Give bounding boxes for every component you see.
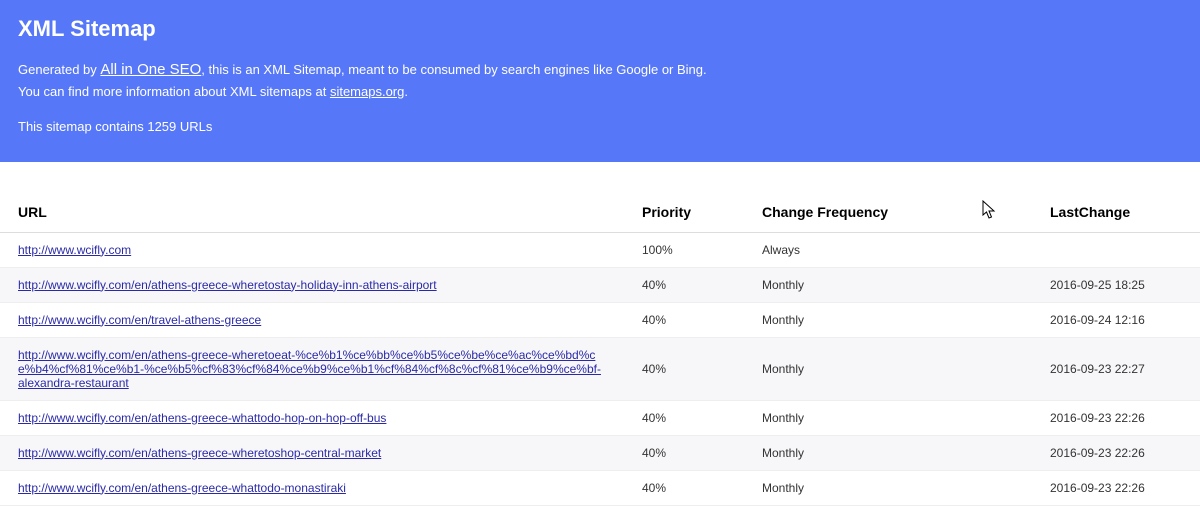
cell-priority: 40% (624, 400, 744, 435)
cell-freq: Monthly (744, 400, 1032, 435)
more-info-suffix: . (404, 84, 408, 99)
table-row: http://www.wcifly.com/en/athens-greece-w… (0, 470, 1200, 505)
page-header: XML Sitemap Generated by All in One SEO,… (0, 0, 1200, 162)
page-title: XML Sitemap (18, 16, 1182, 42)
cell-url: http://www.wcifly.com/en/athens-greece-w… (0, 435, 624, 470)
cell-freq: Monthly (744, 435, 1032, 470)
url-link[interactable]: http://www.wcifly.com/en/athens-greece-w… (18, 411, 386, 425)
cell-url: http://www.wcifly.com/en/athens-greece-w… (0, 400, 624, 435)
url-link[interactable]: http://www.wcifly.com/en/athens-greece-w… (18, 278, 437, 292)
cell-priority: 40% (624, 470, 744, 505)
table-row: http://www.wcifly.com/en/athens-greece-w… (0, 435, 1200, 470)
cell-last: 2016-09-23 22:27 (1032, 337, 1200, 400)
url-count: This sitemap contains 1259 URLs (18, 117, 1182, 138)
cell-freq: Always (744, 232, 1032, 267)
cell-priority: 40% (624, 267, 744, 302)
plugin-link[interactable]: All in One SEO (100, 61, 201, 78)
sitemaps-link[interactable]: sitemaps.org (330, 84, 404, 99)
generated-prefix: Generated by (18, 62, 100, 77)
cell-priority: 100% (624, 232, 744, 267)
generated-line: Generated by All in One SEO, this is an … (18, 58, 1182, 82)
cell-last: 2016-09-23 22:26 (1032, 470, 1200, 505)
cell-freq: Monthly (744, 337, 1032, 400)
col-header-last: LastChange (1032, 192, 1200, 233)
table-row: http://www.wcifly.com/en/athens-greece-w… (0, 267, 1200, 302)
generated-suffix: , this is an XML Sitemap, meant to be co… (201, 62, 706, 77)
col-header-freq: Change Frequency (744, 192, 1032, 233)
cell-last: 2016-09-24 12:16 (1032, 302, 1200, 337)
table-row: http://www.wcifly.com 100%Always (0, 232, 1200, 267)
cell-url: http://www.wcifly.com/en/travel-athens-g… (0, 302, 624, 337)
table-row: http://www.wcifly.com/en/travel-athens-g… (0, 302, 1200, 337)
table-row: http://www.wcifly.com/en/athens-greece-w… (0, 337, 1200, 400)
cell-freq: Monthly (744, 302, 1032, 337)
cell-url: http://www.wcifly.com/en/athens-greece-w… (0, 470, 624, 505)
col-header-url: URL (0, 192, 624, 233)
cell-priority: 40% (624, 435, 744, 470)
url-link[interactable]: http://www.wcifly.com/en/travel-athens-g… (18, 313, 261, 327)
cell-url: http://www.wcifly.com (0, 232, 624, 267)
sitemap-table: URL Priority Change Frequency LastChange… (0, 192, 1200, 506)
cell-last: 2016-09-23 22:26 (1032, 435, 1200, 470)
cell-last (1032, 232, 1200, 267)
cell-freq: Monthly (744, 267, 1032, 302)
cell-url: http://www.wcifly.com/en/athens-greece-w… (0, 337, 624, 400)
url-link[interactable]: http://www.wcifly.com/en/athens-greece-w… (18, 481, 346, 495)
cell-last: 2016-09-25 18:25 (1032, 267, 1200, 302)
url-link[interactable]: http://www.wcifly.com (18, 243, 131, 257)
cell-last: 2016-09-23 22:26 (1032, 400, 1200, 435)
col-header-priority: Priority (624, 192, 744, 233)
more-info-line: You can find more information about XML … (18, 82, 1182, 103)
cell-priority: 40% (624, 302, 744, 337)
cell-priority: 40% (624, 337, 744, 400)
url-link[interactable]: http://www.wcifly.com/en/athens-greece-w… (18, 348, 601, 390)
url-link[interactable]: http://www.wcifly.com/en/athens-greece-w… (18, 446, 381, 460)
cell-freq: Monthly (744, 470, 1032, 505)
cell-url: http://www.wcifly.com/en/athens-greece-w… (0, 267, 624, 302)
table-row: http://www.wcifly.com/en/athens-greece-w… (0, 400, 1200, 435)
more-info-prefix: You can find more information about XML … (18, 84, 330, 99)
